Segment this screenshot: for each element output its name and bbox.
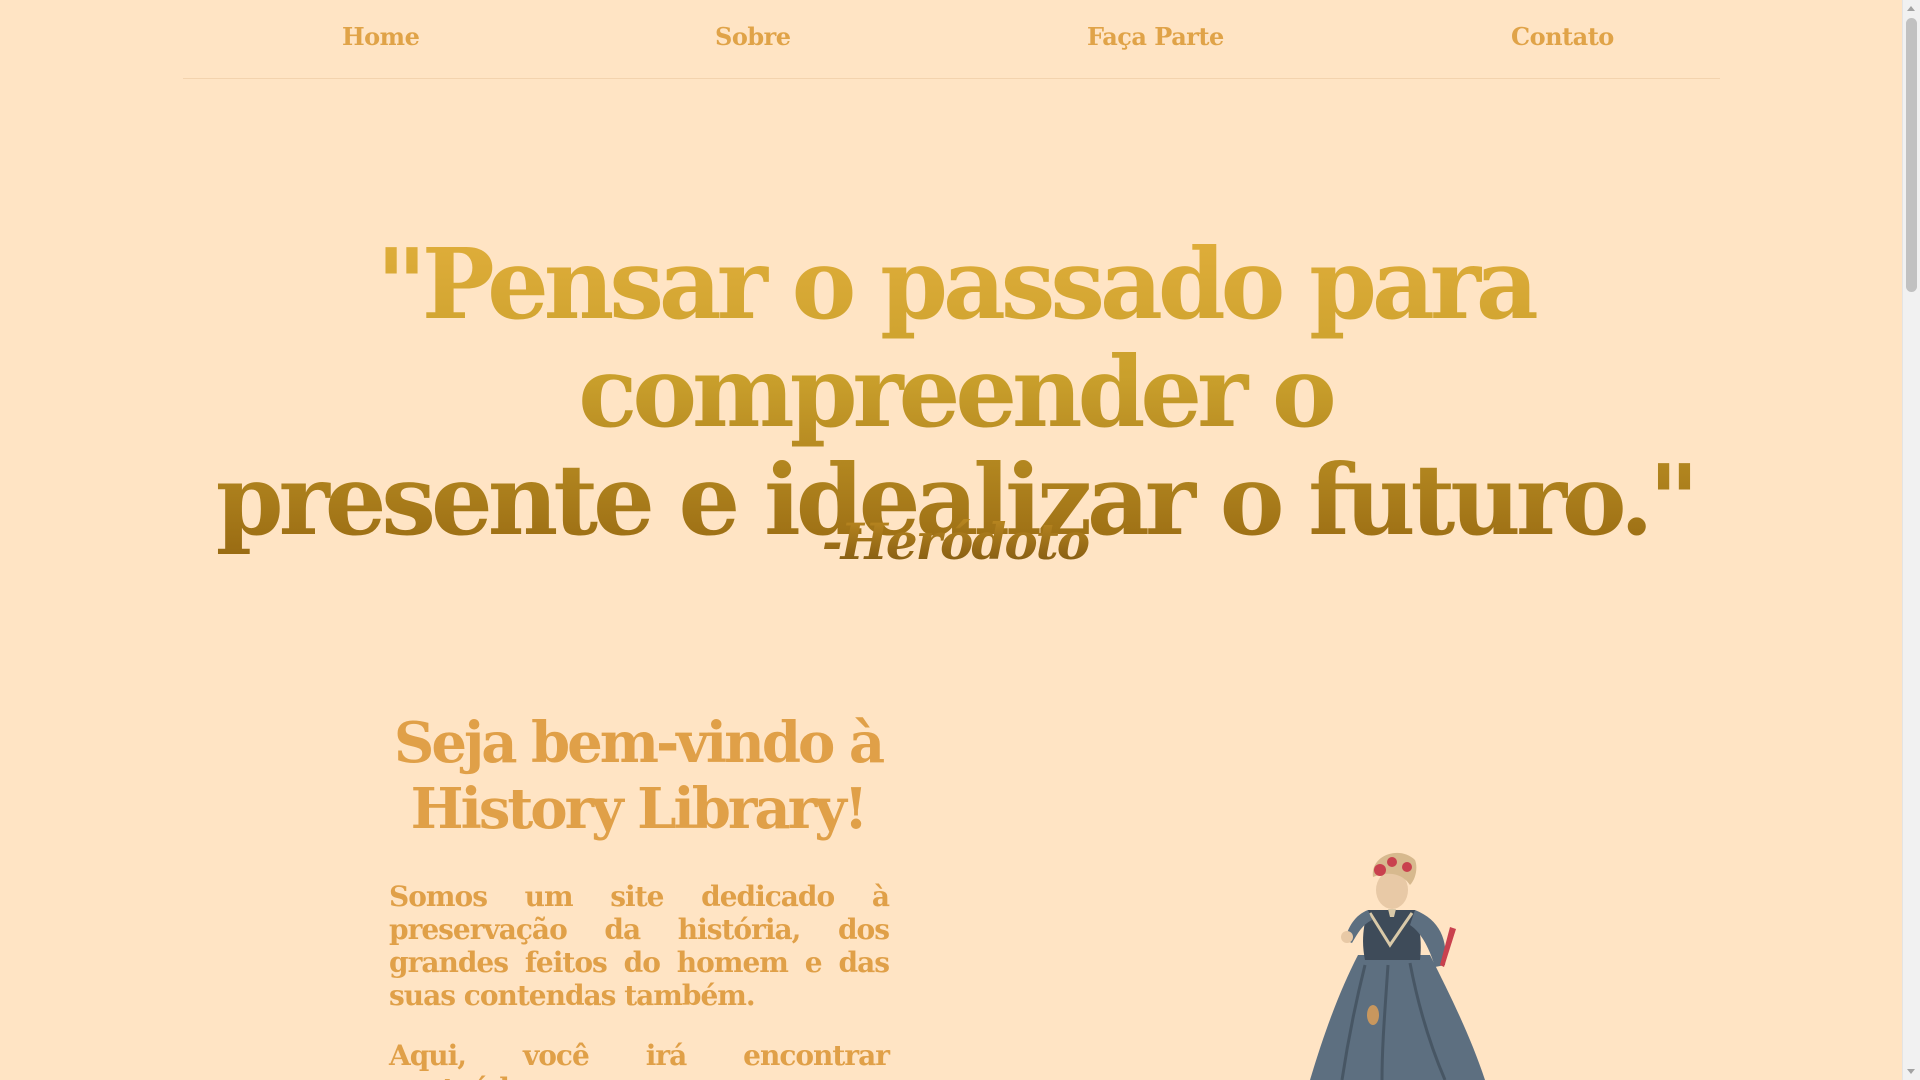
scrollbar-thumb[interactable]	[1906, 18, 1917, 292]
nav-contato-link[interactable]: Contato	[1511, 22, 1614, 51]
main-navigation: Home Sobre Faça Parte Contato	[183, 0, 1720, 79]
nav-sobre-link[interactable]: Sobre	[715, 22, 791, 51]
nav-home-link[interactable]: Home	[342, 22, 420, 51]
nav-faca-parte-link[interactable]: Faça Parte	[1087, 22, 1224, 51]
welcome-heading-line-2: History Library!	[410, 776, 869, 842]
hero-quote: "Pensar o passado para compreender o pre…	[60, 230, 1850, 554]
welcome-heading: Seja bem-vindo à History Library!	[388, 710, 888, 842]
victorian-lady-illustration	[1270, 815, 1500, 1080]
welcome-paragraph-1: Somos um site dedicado à preservação da …	[389, 880, 890, 1012]
welcome-heading-line-1: Seja bem-vindo à	[393, 710, 885, 776]
scroll-down-arrow-icon[interactable]	[1907, 1069, 1915, 1074]
vertical-scrollbar[interactable]	[1902, 0, 1920, 1080]
welcome-text: Somos um site dedicado à preservação da …	[389, 880, 890, 1080]
welcome-paragraph-2: Aqui, você irá encontrar conteúdo	[389, 1039, 890, 1080]
quote-author: -Heródoto	[0, 512, 1910, 571]
page: Home Sobre Faça Parte Contato "Pensar o …	[0, 0, 1920, 1080]
hero-quote-line-1: "Pensar o passado para compreender o	[376, 227, 1534, 449]
scroll-up-arrow-icon[interactable]	[1907, 6, 1915, 11]
